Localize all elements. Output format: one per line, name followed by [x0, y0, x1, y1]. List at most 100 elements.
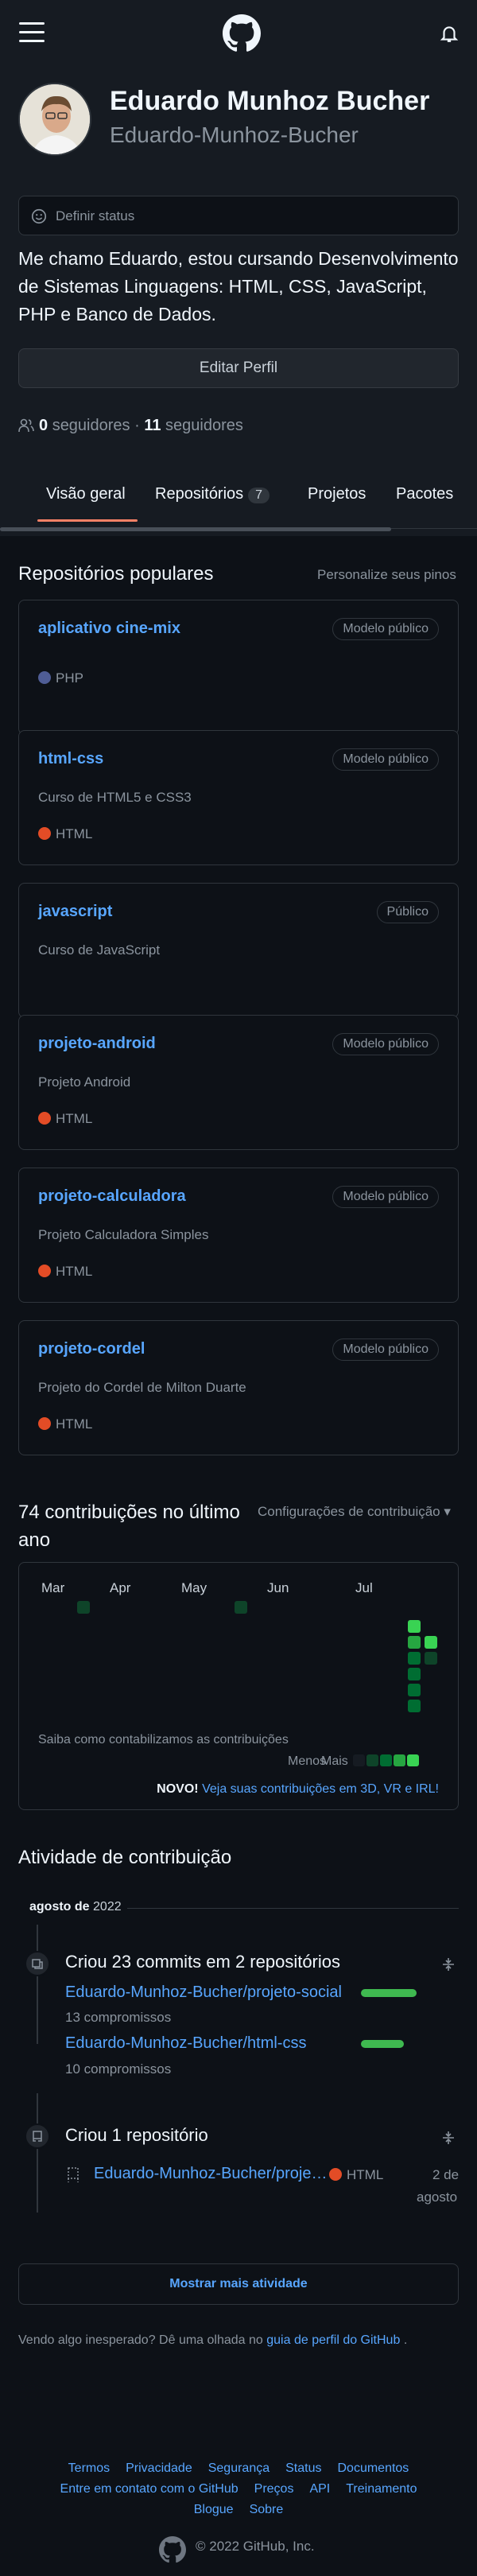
repo-name-link[interactable]: javascript [38, 903, 112, 921]
repo-name-link[interactable]: html-css [38, 750, 103, 768]
created-repo-link[interactable]: Eduardo-Munhoz-Bucher/proje… [94, 2165, 328, 2183]
timeline-line [37, 1925, 38, 2044]
calendar-month-label: Apr [110, 1580, 131, 1595]
contribution-day[interactable] [408, 1668, 421, 1680]
footer-links-row: Termos Privacidade Segurança Status Document… [0, 2461, 477, 2476]
activity-month: agosto de [29, 1900, 90, 1914]
following-label[interactable]: seguidores [165, 417, 243, 434]
language-label: HTML [56, 826, 93, 841]
profile-name: Eduardo Munhoz Bucher [110, 86, 430, 116]
profile-login: Eduardo-Munhoz-Bucher [110, 122, 359, 147]
repo-description: Projeto do Cordel de Milton Duarte [38, 1380, 246, 1395]
repo-name-link[interactable]: projeto-android [38, 1035, 156, 1053]
created-date-line1: 2 de [432, 2167, 460, 2182]
language-color-dot [38, 827, 51, 840]
legend-more-label: Mais [321, 1754, 348, 1768]
footer-api-link[interactable]: API [309, 2482, 330, 2496]
calendar-month-label: May [181, 1580, 207, 1595]
tab-projects[interactable]: Projetos [308, 485, 366, 503]
contribution-settings-dropdown[interactable]: Configurações de contribuição ▾ [258, 1504, 451, 1520]
legend-level-2 [380, 1754, 392, 1766]
contribution-day[interactable] [408, 1620, 421, 1633]
language-label: HTML [56, 1416, 93, 1432]
contribution-day[interactable] [425, 1636, 437, 1649]
repo-name-link[interactable]: projeto-cordel [38, 1340, 145, 1358]
commit-progress-bar [361, 1989, 417, 1997]
language-label: HTML [347, 2167, 384, 2182]
unexpected-note: Vendo algo inesperado? Dê uma olhada no … [18, 2333, 407, 2348]
commit-repo-link[interactable]: Eduardo-Munhoz-Bucher/projeto-social [65, 1983, 342, 2002]
github-logo-icon[interactable] [223, 14, 261, 52]
tab-repositories[interactable]: Repositórios 7 [155, 485, 270, 503]
followers-count[interactable]: 0 [39, 417, 48, 434]
repo-name-link[interactable]: aplicativo cine-mix [38, 620, 180, 638]
tabs-scrollbar[interactable] [0, 527, 391, 531]
footer-links-row: Blogue Sobre [0, 2503, 477, 2517]
footer-docs-link[interactable]: Documentos [337, 2461, 409, 2475]
people-icon [18, 418, 34, 433]
commit-repo-link[interactable]: Eduardo-Munhoz-Bucher/html-css [65, 2034, 306, 2053]
top-header [0, 0, 477, 67]
footer-about-link[interactable]: Sobre [250, 2503, 284, 2516]
contribution-day[interactable] [425, 1652, 437, 1665]
calendar-month-label: Jul [355, 1580, 373, 1595]
customize-pins-link[interactable]: Personalize seus pinos [317, 567, 456, 583]
commits-summary: Criou 23 commits em 2 repositórios [65, 1952, 341, 1972]
legend-level-4 [407, 1754, 419, 1766]
github-footer-logo-icon[interactable] [159, 2536, 186, 2563]
popular-repos-title: Repositórios populares [18, 563, 214, 585]
contribution-day[interactable] [77, 1601, 90, 1614]
repo-description: Curso de JavaScript [38, 942, 161, 958]
footer-terms-link[interactable]: Termos [68, 2461, 110, 2475]
set-status-button[interactable]: Definir status [18, 196, 459, 235]
collapse-icon[interactable] [440, 2130, 456, 2146]
repositories-count-badge: 7 [248, 488, 270, 503]
repo-name-link[interactable]: projeto-calculadora [38, 1187, 186, 1206]
learn-contributions-link[interactable]: Saiba como contabilizamos as contribuiçõ… [38, 1733, 289, 1747]
smiley-icon [31, 208, 47, 224]
following-count[interactable]: 11 [144, 417, 161, 434]
footer-links-row: Entre em contato com o GitHub Preços API Tr… [0, 2482, 477, 2496]
footer-training-link[interactable]: Treinamento [346, 2482, 417, 2496]
tab-overview[interactable]: Visão geral [46, 485, 126, 503]
avatar[interactable] [18, 83, 91, 156]
contribution-day[interactable] [408, 1652, 421, 1665]
calendar-month-label: Jun [267, 1580, 289, 1595]
3d-contributions-link[interactable]: Veja suas contribuições em 3D, VR e IRL! [202, 1782, 439, 1796]
notifications-bell-icon[interactable] [439, 22, 460, 45]
repo-visibility-badge: Modelo público [332, 1033, 439, 1055]
footer-privacy-link[interactable]: Privacidade [126, 2461, 192, 2475]
hamburger-menu-icon[interactable] [19, 22, 45, 43]
footer-contact-link[interactable]: Entre em contato com o GitHub [60, 2482, 238, 2496]
commit-progress-bar [361, 2040, 404, 2048]
footer-pricing-link[interactable]: Preços [254, 2482, 294, 2496]
contribution-day[interactable] [235, 1601, 247, 1614]
language-color-dot [38, 1112, 51, 1125]
tab-packages[interactable]: Pacotes [396, 485, 453, 503]
footer-status-link[interactable]: Status [285, 2461, 321, 2475]
collapse-icon[interactable] [440, 1956, 456, 1972]
profile-guide-link[interactable]: guia de perfil do GitHub [266, 2333, 400, 2347]
repo-card: projeto-calculadora Modelo público Proje… [18, 1168, 459, 1303]
language-label: PHP [56, 670, 83, 686]
footer-security-link[interactable]: Segurança [208, 2461, 270, 2475]
contribution-day[interactable] [408, 1684, 421, 1696]
contribution-day[interactable] [408, 1636, 421, 1649]
footer-blog-link[interactable]: Blogue [194, 2503, 234, 2516]
followers-label[interactable]: seguidores [52, 417, 130, 434]
language-color-dot [38, 671, 51, 684]
show-more-activity-button[interactable]: Mostrar mais atividade [18, 2263, 459, 2305]
timeline-line [37, 2093, 38, 2213]
new-badge-label: NOVO! [157, 1782, 199, 1796]
contribution-day[interactable] [408, 1700, 421, 1712]
created-repo-summary: Criou 1 repositório [65, 2125, 208, 2145]
contribution-calendar: Mar Apr May Jun Jul Saiba como contabili… [18, 1562, 459, 1810]
activity-year: 2022 [93, 1900, 122, 1914]
status-placeholder: Definir status [56, 208, 135, 223]
repo-language: HTML [38, 1416, 92, 1432]
legend-less-label: Menos [288, 1754, 327, 1768]
edit-profile-button[interactable]: Editar Perfil [18, 348, 459, 388]
legend-level-1 [366, 1754, 378, 1766]
commit-count[interactable]: 10 compromissos [65, 2061, 171, 2077]
commit-count[interactable]: 13 compromissos [65, 2010, 171, 2026]
